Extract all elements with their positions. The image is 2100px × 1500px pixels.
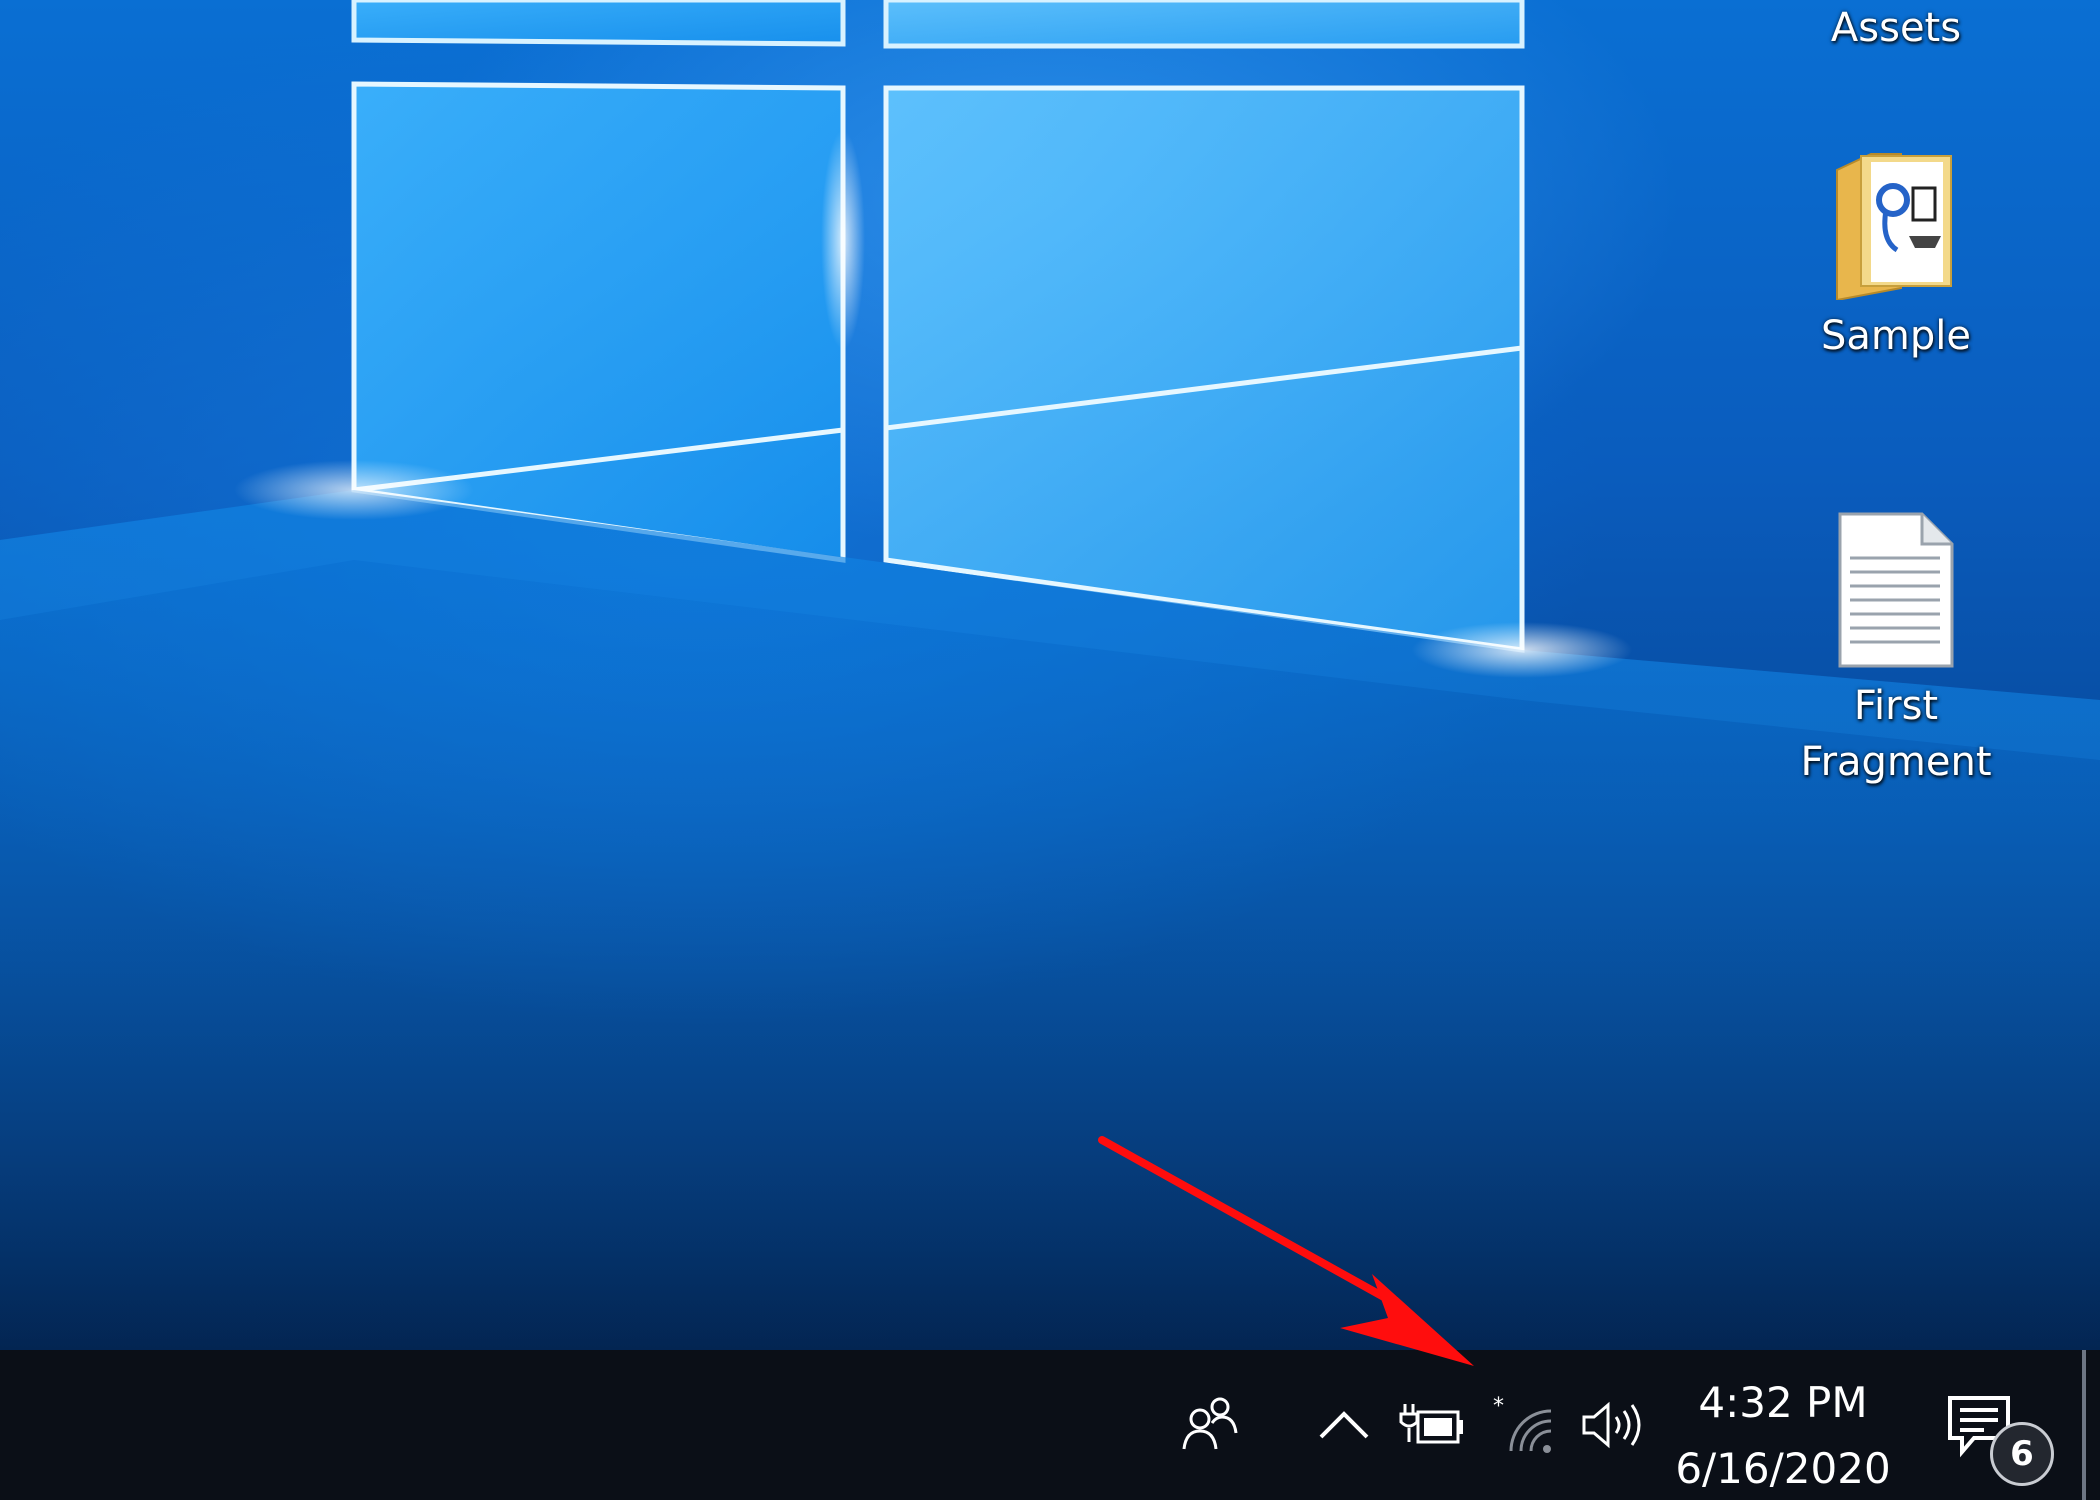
volume-button[interactable] [1576,1350,1650,1500]
battery-button[interactable] [1394,1350,1470,1500]
people-icon [1182,1397,1238,1450]
chevron-up-icon [1319,1411,1369,1439]
show-desktop-button[interactable] [2082,1350,2086,1500]
svg-text:*: * [1493,1394,1504,1419]
desktop-icon-first-fragment[interactable]: First Fragment [1776,510,2016,790]
speaker-icon [1582,1401,1641,1449]
battery-charging-icon [1399,1404,1463,1444]
wifi-icon: * [1493,1394,1552,1453]
text-document-icon [1838,512,1954,668]
clock-date: 6/16/2020 [1675,1444,1891,1493]
network-button[interactable]: * [1484,1350,1558,1500]
desktop-icon-assets[interactable]: Assets [1776,0,2016,56]
desktop-icon-sample[interactable]: Sample [1776,140,2016,364]
desktop-screen: Assets Sample First Fragment * 4:32 PM 6… [0,0,2100,1500]
clock-time: 4:32 PM [1698,1378,1868,1427]
show-hidden-icons-button[interactable] [1306,1350,1382,1500]
desktop-icon-label: Sample [1821,313,1971,359]
folder-icon [1836,153,1952,300]
taskbar: * 4:32 PM 6/16/2020 [0,1350,2100,1500]
desktop-icon-label: First Fragment [1800,683,1992,785]
clock[interactable]: 4:32 PM 6/16/2020 [1672,1370,1894,1500]
desktop-icon-label: Assets [1830,5,1962,51]
people-button[interactable] [1170,1350,1250,1500]
notification-count-badge: 6 [1990,1422,2054,1486]
